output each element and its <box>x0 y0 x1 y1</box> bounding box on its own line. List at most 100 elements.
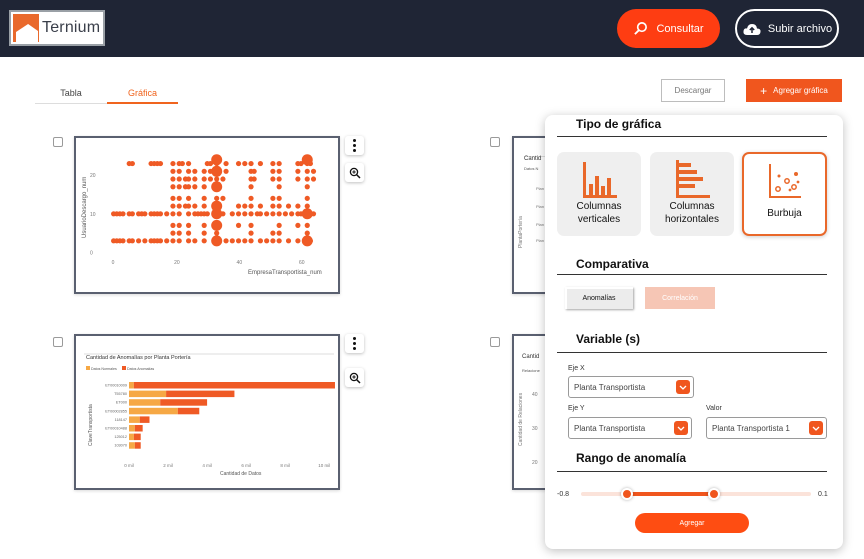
scatter-xtick: 60 <box>299 260 305 266</box>
bar-category-label: T55780 <box>114 392 127 396</box>
chart-1-options-button[interactable] <box>345 136 364 155</box>
zoom-in-icon <box>349 372 361 384</box>
scatter-point <box>242 203 248 209</box>
scatter-ytick: 10 <box>90 212 96 218</box>
scatter-point <box>289 211 295 217</box>
scatter-bubble <box>211 219 223 231</box>
comparativa-divider <box>557 274 827 275</box>
descargar-button[interactable]: Descargar <box>661 79 725 102</box>
scatter-point <box>304 168 310 174</box>
rango-slider-max-handle[interactable] <box>708 488 721 500</box>
scatter-point <box>248 230 254 236</box>
scatter-point <box>276 230 282 236</box>
scatter-point <box>201 203 207 209</box>
scatter-point <box>164 211 170 217</box>
more-vertical-icon <box>353 139 356 152</box>
scatter-point <box>229 211 235 217</box>
scatter-bubble <box>211 154 223 166</box>
bar-anomaly <box>134 425 143 432</box>
bar-normal <box>129 390 167 398</box>
scatter-bubble <box>301 235 313 247</box>
scatter-point <box>214 195 220 201</box>
vertical-bar-chart-icon <box>583 162 617 198</box>
chart-type-columnas-verticales[interactable]: Columnas verticales <box>557 152 641 236</box>
chart-2-checkbox[interactable] <box>490 137 500 147</box>
scatter-xtick: 0 <box>112 260 115 266</box>
scatter-point <box>223 168 229 174</box>
scatter-point <box>276 203 282 209</box>
comparativa-correlacion-button[interactable]: Correlación <box>645 287 715 309</box>
scatter-point <box>257 203 264 209</box>
scatter-point <box>176 238 182 244</box>
scatter-point <box>214 230 220 236</box>
scatter-point <box>170 222 176 228</box>
eje-x-label: Eje X <box>568 365 585 372</box>
scatter-point <box>120 211 126 217</box>
bar-xtick: 10 mil <box>318 463 330 468</box>
valor-value: Planta Transportista 1 <box>712 423 790 433</box>
chart-type-columnas-horizontales[interactable]: Columnas horizontales <box>650 152 734 236</box>
scatter-point <box>192 184 198 190</box>
rango-slider-track[interactable] <box>581 488 811 500</box>
chart-3-options-button[interactable] <box>345 334 364 353</box>
chart-card-1[interactable]: UsuarioDescargo_num EmpresaTransportista… <box>74 136 340 294</box>
agregar-grafica-button[interactable]: + Agregar gráfica <box>746 79 842 102</box>
scatter-point <box>201 168 207 174</box>
legend-anomaly-swatch <box>122 366 126 370</box>
bar-anomaly <box>160 399 208 406</box>
scatter-point <box>235 238 242 244</box>
comparativa-anomalias-button[interactable]: Anomalías <box>565 287 633 309</box>
bar-xtick: 2 mil <box>163 463 173 468</box>
chart-1-zoom-button[interactable] <box>345 163 364 182</box>
rango-slider-min-handle[interactable] <box>621 488 633 500</box>
eje-x-select[interactable]: Planta Transportista <box>568 376 694 398</box>
consultar-button[interactable]: Consultar <box>617 9 720 48</box>
chart-2-row-3: Plan <box>536 222 545 227</box>
agregar-button[interactable]: Agregar <box>635 513 749 533</box>
scatter-point <box>201 195 207 201</box>
scatter-xtick: 40 <box>237 260 243 266</box>
scatter-point <box>270 176 276 182</box>
scatter-point <box>229 238 235 244</box>
tab-tabla[interactable]: Tabla <box>35 80 107 104</box>
chart-2-legend: Datos N <box>524 166 539 171</box>
bar-normal <box>129 442 135 449</box>
scatter-point <box>270 203 276 209</box>
ternium-logo[interactable]: Ternium <box>9 10 105 46</box>
scatter-point <box>235 211 242 217</box>
scatter-point <box>157 160 164 167</box>
scatter-point <box>185 184 192 190</box>
scatter-xlabel: EmpresaTransportista_num <box>248 270 322 276</box>
chart-card-3[interactable]: Cantidad de Anomalías por Planta Porterí… <box>74 334 340 490</box>
chart-type-burbuja[interactable]: Burbuja <box>742 152 827 236</box>
scatter-point <box>248 160 254 167</box>
scatter-point <box>242 160 248 167</box>
scatter-point <box>142 211 148 217</box>
chart-3-zoom-button[interactable] <box>345 368 364 387</box>
chart-4-title: Cantid <box>522 354 540 360</box>
bubble-chart: UsuarioDescargo_num EmpresaTransportista… <box>82 154 322 276</box>
scatter-point <box>207 176 214 182</box>
scatter-point <box>176 222 182 228</box>
chart-1-checkbox[interactable] <box>53 137 63 147</box>
scatter-point <box>295 176 301 182</box>
chart-2-title: Cantid <box>524 156 542 162</box>
scatter-point <box>242 211 248 217</box>
scatter-point <box>201 176 207 182</box>
scatter-point <box>170 168 176 174</box>
eje-y-label: Eje Y <box>568 405 585 412</box>
subir-archivo-button[interactable]: Subir archivo <box>735 9 839 48</box>
scatter-point <box>304 176 310 182</box>
bar-xtick: 4 mil <box>202 463 212 468</box>
bar-chart-xlabel: Cantidad de Datos <box>220 471 262 477</box>
bar-category-label: 118147 <box>115 418 127 422</box>
rango-divider <box>557 471 827 472</box>
variable-divider <box>557 352 827 353</box>
chart-4-checkbox[interactable] <box>490 337 500 347</box>
valor-select[interactable]: Planta Transportista 1 <box>706 417 827 439</box>
bar-category-label: 103070 <box>114 444 127 448</box>
chart-3-checkbox[interactable] <box>53 337 63 347</box>
tab-grafica[interactable]: Gráfica <box>107 80 178 104</box>
eje-y-select[interactable]: Planta Transportista <box>568 417 692 439</box>
chart-2-row-4: Plan <box>536 238 545 243</box>
